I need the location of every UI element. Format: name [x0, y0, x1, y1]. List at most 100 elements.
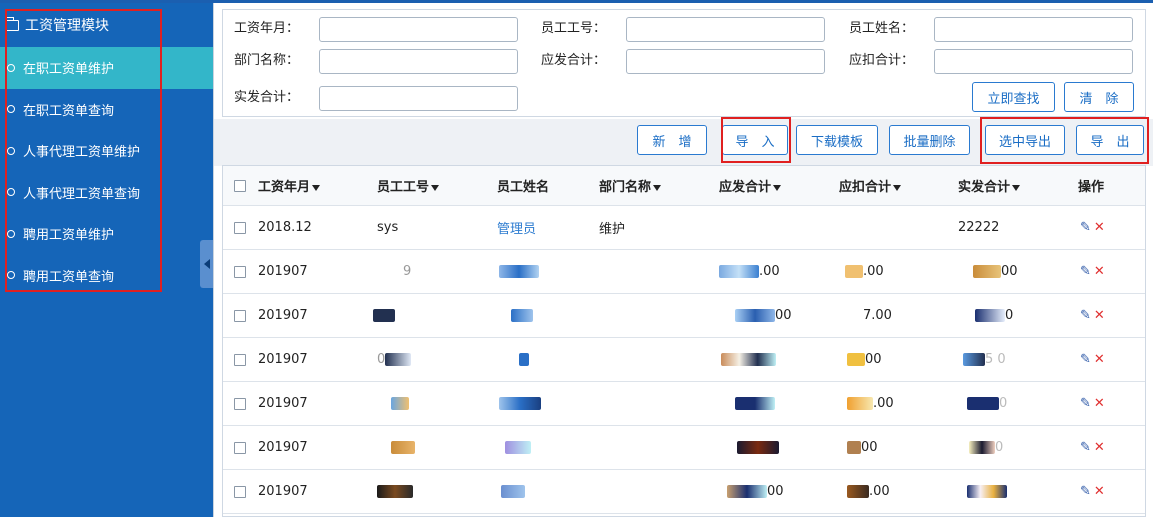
bullet-icon: [7, 271, 15, 280]
table-row: 201907 00 0 ✎ ✕: [223, 426, 1145, 470]
delete-icon[interactable]: ✕: [1094, 396, 1105, 411]
cell-gross: 00: [735, 308, 792, 323]
delete-icon[interactable]: ✕: [1094, 308, 1105, 323]
sidebar-module-title[interactable]: 工资管理模块: [0, 3, 213, 47]
sidebar-item-contract-payroll-query[interactable]: 聘用工资单查询: [0, 255, 213, 297]
dept-label: 部门名称：: [234, 53, 300, 68]
cell-month: 2018.12: [258, 220, 312, 235]
table-row: 201907 0 00 5 0 ✎ ✕: [223, 338, 1145, 382]
sort-caret-icon: [773, 184, 782, 191]
table-header-row: 工资年月 员工工号 员工姓名 部门名称 应发合计 应扣合计 实发合计 操作: [223, 166, 1145, 206]
col-header-net-label: 实发合计: [958, 180, 1011, 195]
edit-icon[interactable]: ✎: [1080, 440, 1091, 455]
table-row: 201907 .00 0 ✎ ✕: [223, 382, 1145, 426]
sidebar-collapse-handle[interactable]: [200, 240, 213, 288]
cell-emp-name-blurred: [501, 484, 525, 499]
delete-icon[interactable]: ✕: [1094, 220, 1105, 235]
col-header-dept[interactable]: 部门名称: [599, 176, 662, 195]
sidebar: 工资管理模块 在职工资单维护 在职工资单查询 人事代理工资单维护 人事代理工资单…: [0, 3, 213, 517]
row-checkbox[interactable]: [234, 442, 246, 454]
emp-no-input[interactable]: [626, 17, 825, 42]
download-template-button[interactable]: 下载模板: [796, 125, 878, 155]
cell-dept: 维护: [599, 222, 626, 237]
add-button[interactable]: 新 增: [637, 125, 707, 155]
col-header-emp-no[interactable]: 员工工号: [377, 176, 440, 195]
sidebar-item-agency-payroll-maintain[interactable]: 人事代理工资单维护: [0, 130, 213, 172]
col-header-gross-label: 应发合计: [719, 180, 772, 195]
row-actions: ✎ ✕: [1080, 308, 1105, 323]
emp-no-label: 员工工号：: [541, 21, 607, 36]
row-checkbox[interactable]: [234, 486, 246, 498]
edit-icon[interactable]: ✎: [1080, 264, 1091, 279]
delete-icon[interactable]: ✕: [1094, 484, 1105, 499]
emp-name-input[interactable]: [934, 17, 1133, 42]
edit-icon[interactable]: ✎: [1080, 308, 1091, 323]
edit-icon[interactable]: ✎: [1080, 220, 1091, 235]
row-actions: ✎ ✕: [1080, 440, 1105, 455]
cell-deduct: .00: [845, 264, 884, 279]
export-button[interactable]: 导 出: [1076, 125, 1144, 155]
import-button[interactable]: 导 入: [722, 125, 788, 155]
cell-deduct: .00: [847, 484, 890, 499]
col-header-emp-name: 员工姓名: [497, 180, 550, 195]
col-header-net[interactable]: 实发合计: [958, 176, 1021, 195]
row-checkbox[interactable]: [234, 222, 246, 234]
sidebar-item-agency-payroll-query[interactable]: 人事代理工资单查询: [0, 172, 213, 214]
edit-icon[interactable]: ✎: [1080, 484, 1091, 499]
export-selected-button[interactable]: 选中导出: [985, 125, 1065, 155]
sort-caret-icon: [431, 184, 440, 191]
clear-button[interactable]: 清 除: [1064, 82, 1134, 112]
gross-input[interactable]: [626, 49, 825, 74]
col-header-gross[interactable]: 应发合计: [719, 176, 782, 195]
col-header-month[interactable]: 工资年月: [258, 176, 321, 195]
deduct-label: 应扣合计：: [849, 53, 915, 68]
cell-emp-no-text: 0: [377, 352, 386, 367]
cell-emp-no-blurred: [373, 308, 395, 323]
cell-month: 201907: [258, 396, 308, 411]
edit-icon[interactable]: ✎: [1080, 396, 1091, 411]
col-header-emp-no-label: 员工工号: [377, 180, 430, 195]
table-row: 201907 00 7.00 0 ✎ ✕: [223, 294, 1145, 338]
row-checkbox[interactable]: [234, 266, 246, 278]
bullet-icon: [7, 229, 15, 238]
sidebar-item-contract-payroll-maintain[interactable]: 聘用工资单维护: [0, 213, 213, 255]
delete-icon[interactable]: ✕: [1094, 352, 1105, 367]
salary-month-input[interactable]: [319, 17, 518, 42]
row-actions: ✎ ✕: [1080, 264, 1105, 279]
delete-icon[interactable]: ✕: [1094, 440, 1105, 455]
cell-emp-no-blurred: [377, 484, 413, 499]
row-checkbox[interactable]: [234, 310, 246, 322]
dept-input[interactable]: [319, 49, 518, 74]
row-checkbox[interactable]: [234, 354, 246, 366]
table-row: 201907 00 .00 ✎ ✕: [223, 470, 1145, 514]
gross-label: 应发合计：: [541, 53, 607, 68]
cell-emp-no: 0: [377, 352, 412, 367]
cell-deduct-text: 00: [861, 440, 878, 455]
cell-net-text: 0: [999, 396, 1008, 411]
cell-gross-blurred: [737, 440, 779, 455]
delete-icon[interactable]: ✕: [1094, 264, 1105, 279]
batch-delete-button[interactable]: 批量删除: [889, 125, 970, 155]
cell-net: [967, 484, 1007, 499]
cell-emp-name-blurred: [511, 308, 533, 323]
col-header-dept-label: 部门名称: [599, 180, 652, 195]
select-all-checkbox[interactable]: [234, 180, 246, 192]
edit-icon[interactable]: ✎: [1080, 352, 1091, 367]
cell-emp-name-link[interactable]: 管理员: [497, 218, 536, 237]
sort-caret-icon: [1012, 184, 1021, 191]
cell-deduct-text: .00: [873, 396, 894, 411]
sidebar-item-active-payroll-query[interactable]: 在职工资单查询: [0, 89, 213, 131]
deduct-input[interactable]: [934, 49, 1133, 74]
cell-month: 201907: [258, 352, 308, 367]
row-actions: ✎ ✕: [1080, 220, 1105, 235]
col-header-month-label: 工资年月: [258, 180, 311, 195]
cell-gross-text: 00: [767, 484, 784, 499]
row-checkbox[interactable]: [234, 398, 246, 410]
net-input[interactable]: [319, 86, 518, 111]
payroll-table: 工资年月 员工工号 员工姓名 部门名称 应发合计 应扣合计 实发合计 操作 20…: [222, 165, 1146, 517]
cell-gross: 00: [727, 484, 784, 499]
col-header-deduct[interactable]: 应扣合计: [839, 176, 902, 195]
sidebar-title-label: 工资管理模块: [25, 18, 109, 34]
search-button[interactable]: 立即查找: [972, 82, 1055, 112]
sidebar-item-active-payroll-maintain[interactable]: 在职工资单维护: [0, 47, 213, 89]
